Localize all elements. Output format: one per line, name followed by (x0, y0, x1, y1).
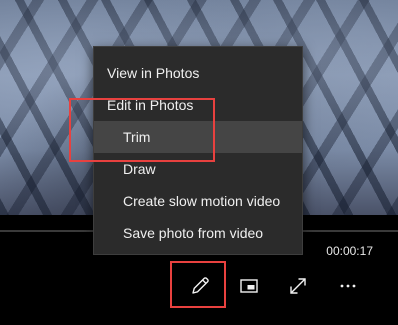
fullscreen-button[interactable] (278, 265, 318, 307)
expand-icon (287, 275, 309, 297)
more-icon (337, 275, 359, 297)
trim-highlight-box (69, 98, 215, 162)
mini-view-button[interactable] (229, 265, 269, 307)
menu-item-view-in-photos[interactable]: View in Photos (94, 57, 302, 89)
more-button[interactable] (328, 265, 368, 307)
mini-view-icon (238, 275, 260, 297)
time-display: 00:00:17 (326, 244, 373, 258)
menu-item-save-photo-from-video[interactable]: Save photo from video (94, 217, 302, 249)
menu-item-create-slow-motion-video[interactable]: Create slow motion video (94, 185, 302, 217)
edit-button-highlight-box (170, 261, 226, 308)
